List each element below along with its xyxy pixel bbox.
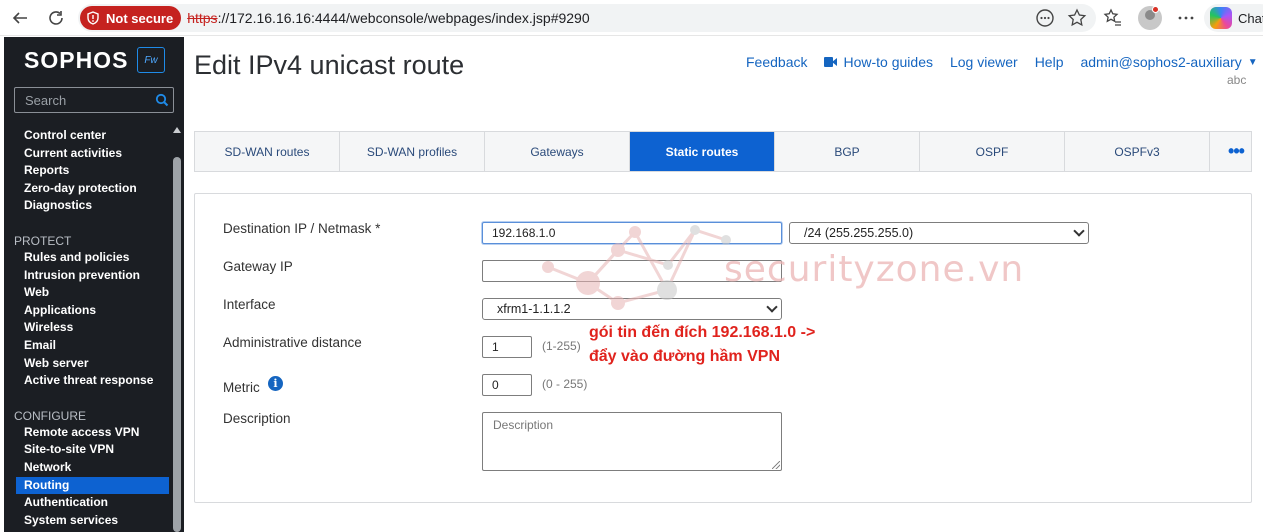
sidebar-item-authentication[interactable]: Authentication <box>4 494 169 512</box>
metric-label: Metric <box>223 380 260 395</box>
sidebar-item-routing[interactable]: Routing <box>16 476 169 495</box>
admin-distance-label: Administrative distance <box>223 335 362 350</box>
video-camera-icon <box>824 57 838 67</box>
routing-tabs: SD-WAN routes SD-WAN profiles Gateways S… <box>194 131 1252 172</box>
search-icon[interactable] <box>155 93 169 107</box>
not-secure-label: Not secure <box>106 10 174 26</box>
sidebar-scrollbar[interactable] <box>172 127 182 532</box>
description-placeholder: Description <box>493 418 554 432</box>
sidebar-search-placeholder: Search <box>25 92 67 108</box>
url-path: ://172.16.16.16:4444/webconsole/webpages… <box>217 10 590 26</box>
help-link[interactable]: Help <box>1035 54 1064 70</box>
netmask-selected-value: /24 (255.255.255.0) <box>804 226 914 240</box>
profile-status-dot <box>1152 6 1159 13</box>
how-to-guides-link[interactable]: How-to guides <box>824 54 933 70</box>
sidebar-item-intrusion-prevention[interactable]: Intrusion prevention <box>4 267 169 285</box>
sidebar-item-active-threat-response[interactable]: Active threat response <box>4 372 169 390</box>
header-links: Feedback How-to guides Log viewer Help a… <box>746 54 1263 70</box>
metric-range: (0 - 255) <box>542 377 588 391</box>
sidebar-item-remote-access-vpn[interactable]: Remote access VPN <box>4 424 169 442</box>
tab-static-routes[interactable]: Static routes <box>630 132 775 171</box>
chevron-down-icon <box>766 301 778 313</box>
tab-gateways[interactable]: Gateways <box>485 132 630 171</box>
admin-menu[interactable]: admin@sophos2-auxiliary ▼ <box>1080 54 1257 70</box>
url-protocol: https <box>187 10 218 26</box>
sidebar-group-protect: PROTECT <box>14 233 72 248</box>
tab-bgp[interactable]: BGP <box>775 132 920 171</box>
sidebar-item-diagnostics[interactable]: Diagnostics <box>4 197 169 215</box>
tab-sd-wan-profiles[interactable]: SD-WAN profiles <box>340 132 485 171</box>
sophos-logo: SOPHOS <box>24 47 129 73</box>
sidebar-item-email[interactable]: Email <box>4 337 169 355</box>
url-text: https://172.16.16.16:4444/webconsole/web… <box>187 10 589 26</box>
sidebar-item-reports[interactable]: Reports <box>4 162 169 180</box>
sidebar-item-web-server[interactable]: Web server <box>4 355 169 373</box>
not-secure-chip[interactable]: Not secure <box>80 6 182 30</box>
sidebar-group-configure: CONFIGURE <box>14 408 86 423</box>
how-to-guides-label: How-to guides <box>843 54 933 70</box>
annotation-line-1: gói tin đến đích 192.168.1.0 -> <box>589 324 816 341</box>
favorites-list-icon[interactable] <box>1101 6 1125 30</box>
description-textarea[interactable]: Description <box>482 412 782 471</box>
resize-handle-icon[interactable] <box>772 461 780 469</box>
favorite-star-icon[interactable] <box>1065 6 1089 30</box>
firewall-badge-icon: Fw <box>137 47 165 73</box>
more-menu-icon[interactable] <box>1174 6 1198 30</box>
interface-label: Interface <box>223 297 276 312</box>
more-tabs-icon[interactable]: ••• <box>1222 132 1250 171</box>
device-name: abc <box>1227 73 1247 87</box>
sidebar-item-web[interactable]: Web <box>4 284 169 302</box>
admin-distance-input[interactable]: 1 <box>482 336 532 358</box>
admin-label: admin@sophos2-auxiliary <box>1080 54 1242 70</box>
feedback-link[interactable]: Feedback <box>746 54 807 70</box>
sidebar-item-current-activities[interactable]: Current activities <box>4 145 169 163</box>
copilot-button[interactable]: Chat <box>1204 4 1263 32</box>
netmask-select[interactable]: /24 (255.255.255.0) <box>789 222 1089 244</box>
info-icon[interactable]: i <box>268 376 283 391</box>
sidebar-item-wireless[interactable]: Wireless <box>4 319 169 337</box>
tab-ospf[interactable]: OSPF <box>920 132 1065 171</box>
sidebar-item-control-center[interactable]: Control center <box>4 127 169 145</box>
metric-input[interactable]: 0 <box>482 374 532 396</box>
sidebar-item-network[interactable]: Network <box>4 459 169 477</box>
admin-distance-range: (1-255) <box>542 339 581 353</box>
chevron-down-icon: ▼ <box>1247 56 1258 68</box>
watermark-text: securityzone.vn <box>724 249 1025 290</box>
annotation-line-2: đẩy vào đường hầm VPN <box>589 348 780 365</box>
destination-label: Destination IP / Netmask * <box>223 221 381 236</box>
reload-icon[interactable] <box>42 4 70 32</box>
sidebar-search-input[interactable]: Search <box>14 87 174 113</box>
address-bar[interactable]: Not secure https://172.16.16.16:4444/web… <box>78 4 1096 32</box>
back-arrow-icon[interactable] <box>6 4 34 32</box>
log-viewer-link[interactable]: Log viewer <box>950 54 1018 70</box>
scroll-up-arrow-icon[interactable] <box>173 127 181 133</box>
sidebar-item-site-to-site-vpn[interactable]: Site-to-site VPN <box>4 441 169 459</box>
description-label: Description <box>223 411 291 426</box>
tab-sd-wan-routes[interactable]: SD-WAN routes <box>195 132 340 171</box>
browser-toolbar: Not secure https://172.16.16.16:4444/web… <box>0 0 1263 36</box>
warning-shield-icon <box>87 11 99 25</box>
chevron-down-icon <box>1073 225 1085 237</box>
sidebar-item-system-services[interactable]: System services <box>4 512 169 530</box>
more-tools-icon[interactable] <box>1033 6 1057 30</box>
gateway-label: Gateway IP <box>223 259 293 274</box>
sidebar-item-rules-and-policies[interactable]: Rules and policies <box>4 249 169 267</box>
copilot-icon <box>1210 7 1232 29</box>
tab-ospfv3[interactable]: OSPFv3 <box>1065 132 1210 171</box>
sidebar-menu: Control center Current activities Report… <box>4 127 169 529</box>
sidebar-item-zero-day-protection[interactable]: Zero-day protection <box>4 180 169 198</box>
page-title: Edit IPv4 unicast route <box>194 50 465 80</box>
securityzone-logo-icon <box>542 225 731 310</box>
sidebar: SOPHOS Fw Search Control center Current … <box>4 37 184 532</box>
sidebar-item-applications[interactable]: Applications <box>4 302 169 320</box>
scrollbar-thumb[interactable] <box>173 157 181 532</box>
annotation-note: gói tin đến đích 192.168.1.0 -> đẩy vào … <box>589 321 815 369</box>
copilot-label: Chat <box>1238 10 1263 26</box>
